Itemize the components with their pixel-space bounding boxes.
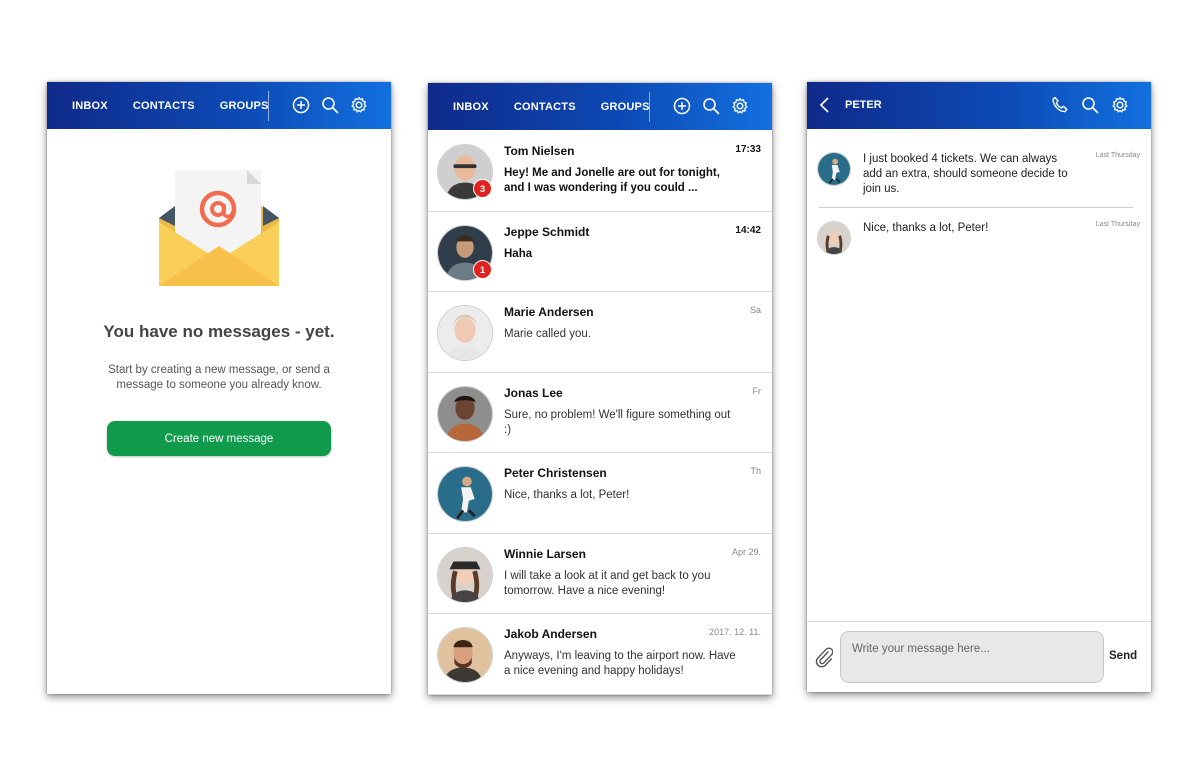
message-preview: Hey! Me and Jonelle are out for tonight,… [504, 167, 720, 194]
back-icon[interactable] [819, 96, 831, 114]
inbox-list-screen: INBOX CONTACTS GROUPS 3 Tom Nielsen 17:3… [428, 83, 772, 695]
search-icon[interactable] [1080, 95, 1100, 115]
message-time: Last Thursday [1095, 152, 1140, 159]
contact-name: Marie Andersen [504, 305, 594, 319]
avatar [437, 385, 493, 442]
message-time: Apr 29. [731, 546, 761, 557]
search-icon[interactable] [320, 95, 340, 115]
message-time: Sa [749, 305, 761, 315]
message-text: I just booked 4 tickets. We can always a… [863, 153, 1068, 195]
tab-contacts[interactable]: CONTACTS [514, 101, 576, 113]
tab-contacts[interactable]: CONTACTS [133, 100, 195, 112]
avatar [817, 152, 851, 186]
unread-badge: 3 [473, 179, 492, 198]
message-preview: Marie called you. [504, 328, 591, 340]
message-time: 2017. 12. 11. [709, 627, 761, 637]
list-item[interactable]: Marie Andersen Sa Marie called you. [428, 292, 772, 373]
message-preview: Haha [504, 247, 533, 260]
contact-name: Jeppe Schmidt [504, 224, 590, 239]
tab-inbox[interactable]: INBOX [453, 101, 489, 113]
message-input[interactable] [840, 631, 1104, 683]
list-item[interactable]: Jonas Lee Fr Sure, no problem! We'll fig… [428, 372, 772, 453]
search-icon[interactable] [701, 96, 721, 116]
tab-groups[interactable]: GROUPS [220, 100, 269, 112]
phone-icon[interactable] [1050, 95, 1070, 115]
nav-divider [268, 91, 269, 121]
conversation-list: 3 Tom Nielsen 17:33 Hey! Me and Jonelle … [428, 131, 772, 695]
paperclip-icon[interactable] [815, 646, 834, 668]
contact-name: Jakob Andersen [504, 627, 597, 641]
tab-inbox[interactable]: INBOX [72, 100, 108, 112]
contact-name: Tom Nielsen [504, 144, 575, 158]
nav-tabs: INBOX CONTACTS GROUPS [72, 82, 294, 129]
envelope-at-icon [157, 166, 281, 288]
settings-icon[interactable] [349, 95, 369, 115]
empty-state-text: Start by creating a new message, or send… [108, 364, 330, 391]
avatar [437, 627, 493, 683]
avatar [437, 546, 493, 603]
message-text: Nice, thanks a lot, Peter! [863, 222, 989, 234]
settings-icon[interactable] [1110, 95, 1130, 115]
empty-state-title: You have no messages - yet. [103, 322, 335, 341]
avatar [817, 221, 851, 255]
message-composer: Send [807, 621, 1151, 692]
add-icon[interactable] [672, 96, 692, 116]
send-button[interactable]: Send [1109, 650, 1137, 662]
message-preview: Nice, thanks a lot, Peter! [504, 489, 630, 501]
message-preview: Anyways, I'm leaving to the airport now.… [504, 650, 736, 677]
message-divider [819, 207, 1133, 208]
app-bar: INBOX CONTACTS GROUPS [428, 83, 772, 130]
nav-tabs: INBOX CONTACTS GROUPS [453, 83, 675, 130]
message-preview: Sure, no problem! We'll figure something… [504, 408, 731, 436]
list-item[interactable]: Winnie Larsen Apr 29. I will take a look… [428, 533, 772, 614]
message-time: Th [750, 466, 761, 476]
avatar [437, 305, 493, 361]
avatar [437, 466, 493, 522]
contact-name: Peter Christensen [504, 466, 607, 480]
message-time: Last Thursday [1095, 221, 1140, 228]
message-time: 14:42 [735, 224, 761, 236]
list-item[interactable]: 1 Jeppe Schmidt 14:42 Haha [428, 211, 772, 292]
nav-divider [649, 92, 650, 122]
list-item[interactable]: Peter Christensen Th Nice, thanks a lot,… [428, 453, 772, 534]
unread-badge: 1 [473, 259, 492, 279]
chat-screen: PETER I just booked 4 tickets. We can al… [807, 82, 1151, 692]
tab-groups[interactable]: GROUPS [601, 101, 650, 113]
app-bar: PETER [807, 82, 1151, 129]
empty-inbox-screen: INBOX CONTACTS GROUPS You have no messag… [47, 82, 391, 694]
contact-name: Winnie Larsen [504, 546, 586, 561]
message-time: 17:33 [735, 144, 761, 155]
add-icon[interactable] [291, 95, 311, 115]
contact-name: Jonas Lee [504, 385, 563, 400]
list-item[interactable]: 3 Tom Nielsen 17:33 Hey! Me and Jonelle … [428, 131, 772, 212]
message-preview: I will take a look at it and get back to… [504, 569, 711, 597]
app-bar: INBOX CONTACTS GROUPS [47, 82, 391, 129]
message-time: Fr [752, 385, 762, 396]
chat-title: PETER [845, 99, 882, 111]
settings-icon[interactable] [730, 96, 750, 116]
create-new-message-button[interactable]: Create new message [107, 421, 331, 456]
list-item[interactable]: Jakob Andersen 2017. 12. 11. Anyways, I'… [428, 614, 772, 695]
